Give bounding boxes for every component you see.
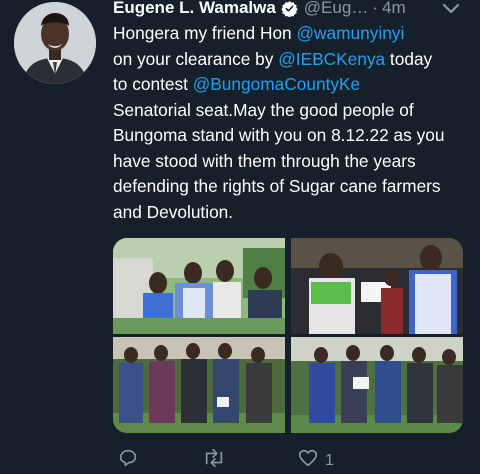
photo-1[interactable] bbox=[113, 238, 285, 334]
tweet-text: Hongera my friend Hon @wamunyinyi on you… bbox=[113, 21, 473, 225]
mention-iebckenya[interactable]: @IEBCKenya bbox=[278, 49, 385, 69]
text-body: Senatorial seat.May the good people of B… bbox=[113, 99, 445, 222]
reply-icon[interactable] bbox=[117, 447, 139, 469]
tweet-header: Eugene L. Wamalwa @Eug… · 4m bbox=[113, 0, 480, 19]
mention-bungomacountyke[interactable]: @BungomaCountyKe bbox=[193, 74, 360, 94]
text-segment: on your clearance by bbox=[113, 48, 279, 69]
like-button[interactable]: 1 bbox=[297, 447, 334, 474]
verified-badge-icon bbox=[281, 0, 298, 17]
photo-2[interactable] bbox=[291, 238, 463, 334]
photo-3[interactable] bbox=[113, 337, 285, 433]
author-avatar[interactable] bbox=[14, 2, 96, 84]
chevron-down-icon[interactable] bbox=[442, 2, 460, 20]
media-grid bbox=[113, 238, 463, 433]
like-icon bbox=[297, 447, 319, 474]
text-segment: to contest bbox=[113, 74, 193, 94]
separator-dot: · bbox=[372, 0, 378, 17]
author-name[interactable]: Eugene L. Wamalwa bbox=[113, 0, 276, 18]
action-bar: 1 bbox=[113, 447, 473, 471]
photo-4[interactable] bbox=[291, 337, 463, 433]
retweet-icon[interactable] bbox=[201, 447, 227, 469]
like-count: 1 bbox=[325, 451, 334, 469]
mention-wamunyinyi[interactable]: @wamunyinyi bbox=[296, 23, 404, 43]
text-segment: today bbox=[385, 48, 433, 69]
tweet-timestamp[interactable]: 4m bbox=[382, 0, 406, 18]
author-handle[interactable]: @Eug… bbox=[304, 0, 369, 18]
text-segment: Hongera my friend Hon bbox=[113, 23, 297, 43]
